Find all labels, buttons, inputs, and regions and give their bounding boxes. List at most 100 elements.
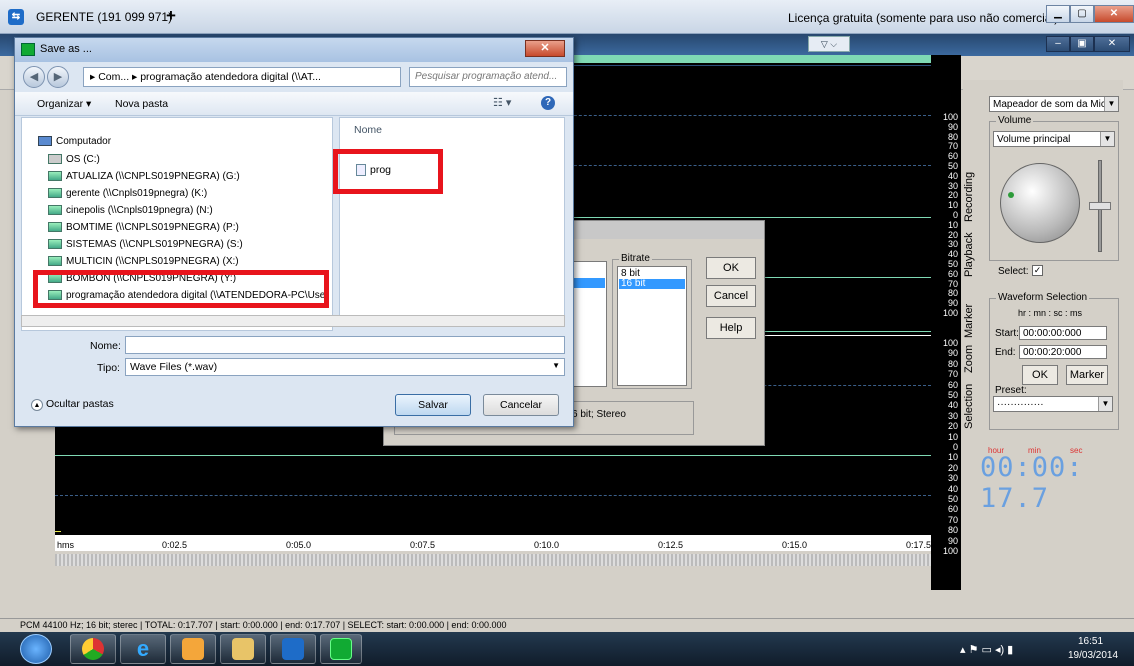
select-checkbox[interactable]: ✓ bbox=[1032, 265, 1043, 276]
clock-time[interactable]: 16:51 bbox=[1078, 636, 1103, 647]
remote-minimize-button[interactable]: – bbox=[1046, 36, 1070, 52]
scale-tick: 30 bbox=[947, 239, 958, 250]
save-button[interactable]: Salvar bbox=[395, 394, 471, 416]
tab-playback[interactable]: Playback bbox=[963, 230, 985, 280]
column-header-name[interactable]: Nome bbox=[354, 124, 382, 136]
network-drive-icon bbox=[48, 239, 62, 250]
tree-item-computer[interactable]: Computador bbox=[38, 136, 111, 147]
chevron-down-icon: ▼ bbox=[1104, 97, 1118, 111]
remote-restore-button[interactable]: ▣ bbox=[1070, 36, 1094, 52]
scale-tick: 70 bbox=[947, 514, 958, 525]
start-field[interactable]: 00:00:00:000 bbox=[1019, 326, 1107, 340]
end-field[interactable]: 00:00:20:000 bbox=[1019, 345, 1107, 359]
organize-menu[interactable]: Organizar ▾ bbox=[37, 98, 91, 110]
tab-zoom[interactable]: Zoom bbox=[963, 344, 985, 374]
back-button[interactable]: ◀ bbox=[23, 66, 45, 88]
volume-select[interactable]: Volume principal ▼ bbox=[993, 131, 1115, 147]
scale-tick: 60 bbox=[947, 268, 958, 279]
bitrate-label: Bitrate bbox=[619, 253, 652, 264]
format-cancel-button[interactable]: Cancel bbox=[706, 285, 756, 307]
preset-label: Preset: bbox=[995, 385, 1027, 396]
scale-tick: 30 bbox=[947, 410, 958, 421]
tree-item-drive[interactable]: cinepolis (\\Cnpls019pnegra) (N:) bbox=[48, 205, 213, 216]
scale-tick: 80 bbox=[947, 288, 958, 299]
tab-selection[interactable]: Selection bbox=[963, 380, 985, 432]
knob-indicator bbox=[1008, 192, 1014, 198]
new-folder-button[interactable]: Nova pasta bbox=[115, 98, 168, 110]
minimize-button[interactable]: ▁ bbox=[1046, 5, 1070, 23]
tray-icons[interactable]: ▴ ⚑ ▭ ◂) ▮ bbox=[960, 643, 1013, 656]
device-select[interactable]: Mapeador de som da Microsc ▼ bbox=[989, 96, 1119, 112]
bitrate-item-selected[interactable]: 16 bit bbox=[619, 279, 685, 289]
save-as-titlebar: Save as ... ✕ bbox=[15, 38, 573, 62]
teamviewer-taskbar-icon[interactable] bbox=[270, 634, 316, 664]
filetype-label: Tipo: bbox=[97, 362, 120, 374]
bitrate-list[interactable]: 8 bit 16 bit bbox=[617, 266, 687, 386]
new-tab-button[interactable]: + bbox=[166, 6, 176, 26]
zoom-control[interactable]: ▽ ⌵ bbox=[808, 36, 850, 52]
scale-tick: 70 bbox=[947, 369, 958, 380]
tree-item-drive[interactable]: gerente (\\Cnpls019pnegra) (K:) bbox=[48, 188, 207, 199]
tree-item-drive[interactable]: ATUALIZA (\\CNPLS019PNEGRA) (G:) bbox=[48, 171, 240, 182]
address-bar[interactable]: ▸ Com... ▸ programação atendedora digita… bbox=[83, 67, 401, 87]
save-as-close-button[interactable]: ✕ bbox=[525, 40, 565, 57]
scale-tick: 100 bbox=[942, 338, 958, 348]
chrome-taskbar-icon[interactable] bbox=[70, 634, 116, 664]
time-label: 0:07.5 bbox=[410, 540, 436, 550]
volume-knob[interactable] bbox=[1000, 163, 1080, 243]
selection-ok-button[interactable]: OK bbox=[1022, 365, 1058, 385]
format-ok-button[interactable]: OK bbox=[706, 257, 756, 279]
remote-close-button[interactable]: ✕ bbox=[1094, 36, 1130, 52]
tab-marker[interactable]: Marker bbox=[963, 300, 985, 342]
time-format-label: hr : mn : sc : ms bbox=[1018, 308, 1083, 318]
chevron-down-icon: ▼ bbox=[1100, 132, 1114, 146]
cancel-button[interactable]: Cancelar bbox=[483, 394, 559, 416]
samplerate-list[interactable] bbox=[572, 261, 607, 387]
scale-tick: 40 bbox=[947, 483, 958, 494]
horizontal-scrollbar[interactable] bbox=[21, 315, 565, 327]
search-input[interactable]: Pesquisar programação atend... bbox=[409, 67, 567, 87]
tree-item-drive[interactable]: OS (C:) bbox=[48, 154, 100, 165]
tree-item-drive[interactable]: BOMTIME (\\CNPLS019PNEGRA) (P:) bbox=[48, 222, 239, 233]
scale-tick: 60 bbox=[947, 504, 958, 515]
tree-item-drive[interactable]: SISTEMAS (\\CNPLS019PNEGRA) (S:) bbox=[48, 239, 243, 250]
close-button[interactable]: ✕ bbox=[1094, 5, 1134, 23]
recorder-taskbar-icon[interactable] bbox=[320, 634, 362, 664]
scale-tick: 0 bbox=[952, 210, 958, 220]
list-item-selected[interactable] bbox=[574, 278, 605, 288]
forward-button[interactable]: ▶ bbox=[47, 66, 69, 88]
filename-input[interactable] bbox=[125, 336, 565, 354]
clock-date[interactable]: 19/03/2014 bbox=[1068, 650, 1118, 661]
chevron-up-icon: ▲ bbox=[31, 399, 43, 411]
maximize-button[interactable]: ▢ bbox=[1070, 5, 1094, 23]
start-button[interactable] bbox=[20, 634, 52, 664]
teamviewer-icon: ⇆ bbox=[8, 9, 24, 25]
filetype-select[interactable]: Wave Files (*.wav) ▼ bbox=[125, 358, 565, 376]
help-icon[interactable]: ? bbox=[541, 96, 555, 110]
scale-tick: 0 bbox=[952, 442, 958, 452]
drive-icon bbox=[48, 154, 62, 165]
scale-tick: 20 bbox=[947, 229, 958, 240]
file-list[interactable]: Nome prog bbox=[339, 117, 565, 317]
preset-select[interactable]: ·············· ▼ bbox=[993, 396, 1113, 412]
tab-recording[interactable]: Recording bbox=[963, 168, 985, 226]
save-as-title: Save as ... bbox=[40, 43, 92, 55]
scale-tick: 10 bbox=[947, 200, 958, 211]
outlook-taskbar-icon[interactable] bbox=[170, 634, 216, 664]
system-tray: ▴ ⚑ ▭ ◂) ▮ 16:51 19/03/2014 bbox=[950, 632, 1134, 666]
session-tab[interactable]: GERENTE (191 099 971) bbox=[36, 10, 172, 24]
explorer-taskbar-icon[interactable] bbox=[220, 634, 266, 664]
hide-folders-toggle[interactable]: ▲ Ocultar pastas bbox=[31, 398, 114, 411]
tree-item-drive[interactable]: MULTICIN (\\CNPLS019PNEGRA) (X:) bbox=[48, 256, 239, 267]
ie-taskbar-icon[interactable]: e bbox=[120, 634, 166, 664]
time-label: 0:12.5 bbox=[658, 540, 684, 550]
marker-button[interactable]: Marker bbox=[1066, 365, 1108, 385]
volume-slider-thumb[interactable] bbox=[1089, 202, 1111, 210]
scale-tick: 80 bbox=[947, 358, 958, 369]
scale-tick: 50 bbox=[947, 259, 958, 269]
scale-tick: 20 bbox=[947, 421, 958, 432]
format-help-button[interactable]: Help bbox=[706, 317, 756, 339]
horizontal-scrollbar[interactable] bbox=[55, 554, 931, 566]
scale-tick: 10 bbox=[947, 452, 958, 463]
view-icon[interactable]: ☷ ▾ bbox=[493, 96, 511, 109]
